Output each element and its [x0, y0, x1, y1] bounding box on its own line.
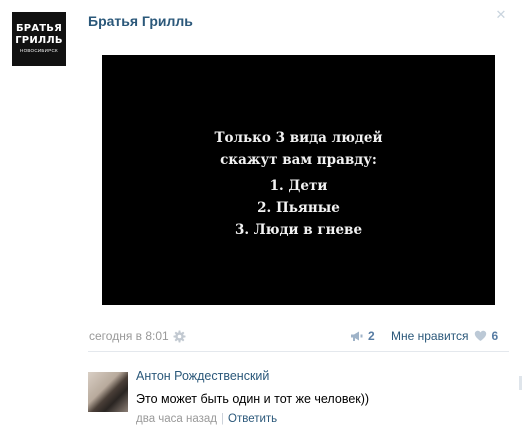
post-image[interactable]: Только 3 вида людей скажут вам правду: 1…: [102, 55, 495, 305]
image-list-item: 1. Дети: [269, 178, 328, 194]
share-count: 2: [368, 329, 375, 343]
heart-icon: [474, 330, 486, 341]
comment-time[interactable]: два часа назад: [136, 413, 217, 425]
like-label: Мне нравится: [391, 329, 469, 343]
group-name-link[interactable]: Братья Грилль: [88, 13, 193, 29]
image-title-line1: Только 3 вида людей: [214, 130, 383, 146]
avatar-text-line1: БРАТЬЯ: [15, 23, 63, 35]
wall-post: БРАТЬЯ ГРИЛЛЬ НОВОСИБИРСК Братья Грилль …: [0, 0, 527, 432]
image-list: 1. Дети 2. Пьяные 3. Люди в гневе: [102, 175, 495, 241]
comment-meta: два часа назад | Ответить: [136, 413, 277, 425]
group-avatar[interactable]: БРАТЬЯ ГРИЛЛЬ НОВОСИБИРСК: [12, 12, 66, 66]
avatar-text-line2: ГРИЛЛЬ: [15, 35, 63, 47]
comment-meta-separator: |: [221, 413, 225, 425]
share-button[interactable]: 2: [350, 329, 375, 343]
comment-text: Это может быть один и тот же человек)): [136, 392, 370, 406]
comment-author-avatar[interactable]: [88, 372, 128, 412]
like-count: 6: [491, 329, 499, 343]
close-icon[interactable]: ✕: [494, 8, 508, 22]
post-date: сегодня в 8:01: [89, 329, 186, 343]
post-date-text[interactable]: сегодня в 8:01: [89, 329, 169, 343]
reply-button[interactable]: Ответить: [228, 413, 277, 425]
image-list-item: 3. Люди в гневе: [234, 222, 363, 238]
avatar-text-line3: НОВОСИБИРСК: [20, 48, 58, 54]
gear-icon[interactable]: [173, 330, 186, 343]
megaphone-icon: [351, 331, 363, 341]
image-list-item: 2. Пьяные: [257, 200, 340, 216]
comment-author-link[interactable]: Антон Рождественский: [136, 369, 269, 383]
like-button[interactable]: Мне нравится 6: [391, 329, 498, 343]
scrollbar[interactable]: [519, 376, 522, 390]
divider: [88, 351, 509, 352]
image-title-line2: скажут вам правду:: [220, 152, 377, 168]
image-title: Только 3 вида людей скажут вам правду:: [102, 127, 495, 171]
